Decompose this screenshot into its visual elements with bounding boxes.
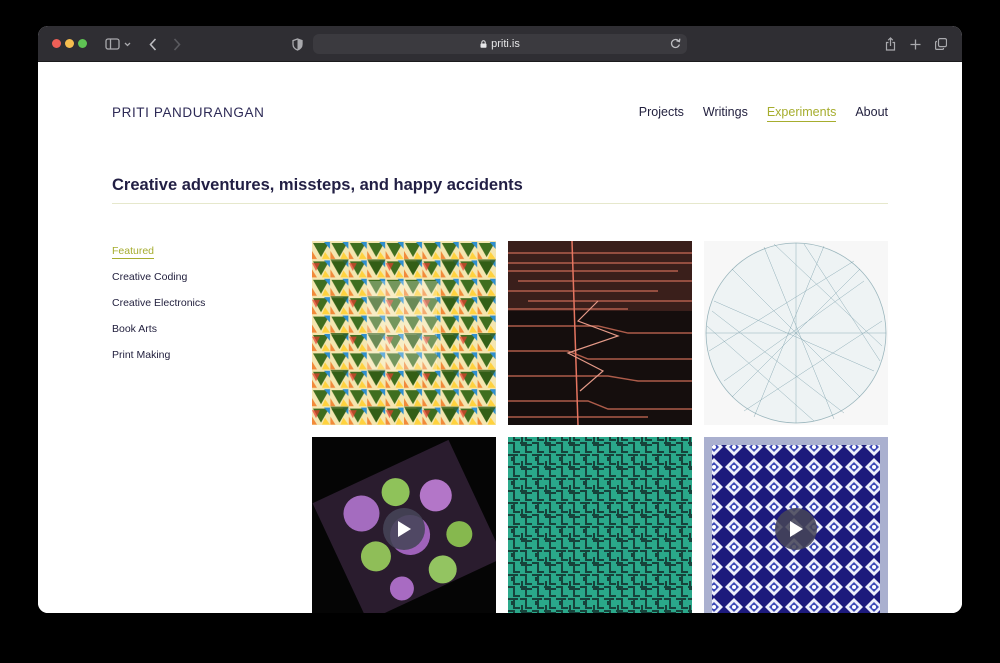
play-icon	[790, 521, 803, 537]
category-list: Featured Creative Coding Creative Electr…	[112, 245, 205, 375]
play-icon	[398, 521, 411, 537]
category-book-arts[interactable]: Book Arts	[112, 323, 205, 349]
category-label: Book Arts	[112, 323, 157, 335]
category-label: Featured	[112, 245, 155, 259]
shield-icon[interactable]	[290, 34, 304, 54]
browser-toolbar: priti.is	[38, 26, 962, 62]
gallery-item-string-circle[interactable]	[704, 241, 888, 425]
close-window-button[interactable]	[52, 39, 61, 48]
gallery-item-blue-tiles[interactable]	[704, 437, 888, 613]
lock-icon	[480, 40, 487, 48]
gallery-item-red-lines-terrain[interactable]	[508, 241, 692, 425]
site-brand[interactable]: PRITI PANDURANGAN	[112, 105, 264, 120]
category-label: Creative Coding	[112, 271, 188, 283]
category-creative-electronics[interactable]: Creative Electronics	[112, 297, 205, 323]
divider	[112, 203, 888, 204]
minimize-window-button[interactable]	[65, 39, 74, 48]
page-content: PRITI PANDURANGAN Projects Writings Expe…	[38, 62, 962, 613]
category-print-making[interactable]: Print Making	[112, 349, 205, 375]
nav-about[interactable]: About	[855, 105, 888, 122]
play-button[interactable]	[383, 508, 425, 550]
category-creative-coding[interactable]: Creative Coding	[112, 271, 205, 297]
category-label: Print Making	[112, 349, 171, 361]
back-icon[interactable]	[146, 34, 160, 54]
tabs-overview-icon[interactable]	[934, 34, 948, 54]
sidebar-toggle-icon[interactable]	[104, 34, 134, 54]
forward-icon[interactable]	[170, 34, 184, 54]
zoom-window-button[interactable]	[78, 39, 87, 48]
category-featured[interactable]: Featured	[112, 245, 205, 271]
share-icon[interactable]	[883, 34, 897, 54]
nav-writings[interactable]: Writings	[703, 105, 748, 122]
reload-icon[interactable]	[670, 37, 681, 52]
gallery-item-fractal-spheres[interactable]	[312, 437, 496, 613]
gallery-item-triangle-pattern[interactable]	[312, 241, 496, 425]
main-nav: Projects Writings Experiments About	[639, 105, 888, 122]
category-label: Creative Electronics	[112, 297, 206, 309]
gallery-item-green-maze[interactable]	[508, 437, 692, 613]
address-text: priti.is	[491, 38, 520, 50]
nav-experiments[interactable]: Experiments	[766, 105, 837, 122]
address-bar[interactable]: priti.is	[313, 34, 687, 54]
nav-projects[interactable]: Projects	[639, 105, 684, 122]
play-button[interactable]	[775, 508, 817, 550]
new-tab-icon[interactable]	[908, 34, 922, 54]
browser-window: priti.is PRITI PANDURANGAN Projects Writ…	[38, 26, 962, 613]
page-heading: Creative adventures, missteps, and happy…	[112, 176, 523, 194]
